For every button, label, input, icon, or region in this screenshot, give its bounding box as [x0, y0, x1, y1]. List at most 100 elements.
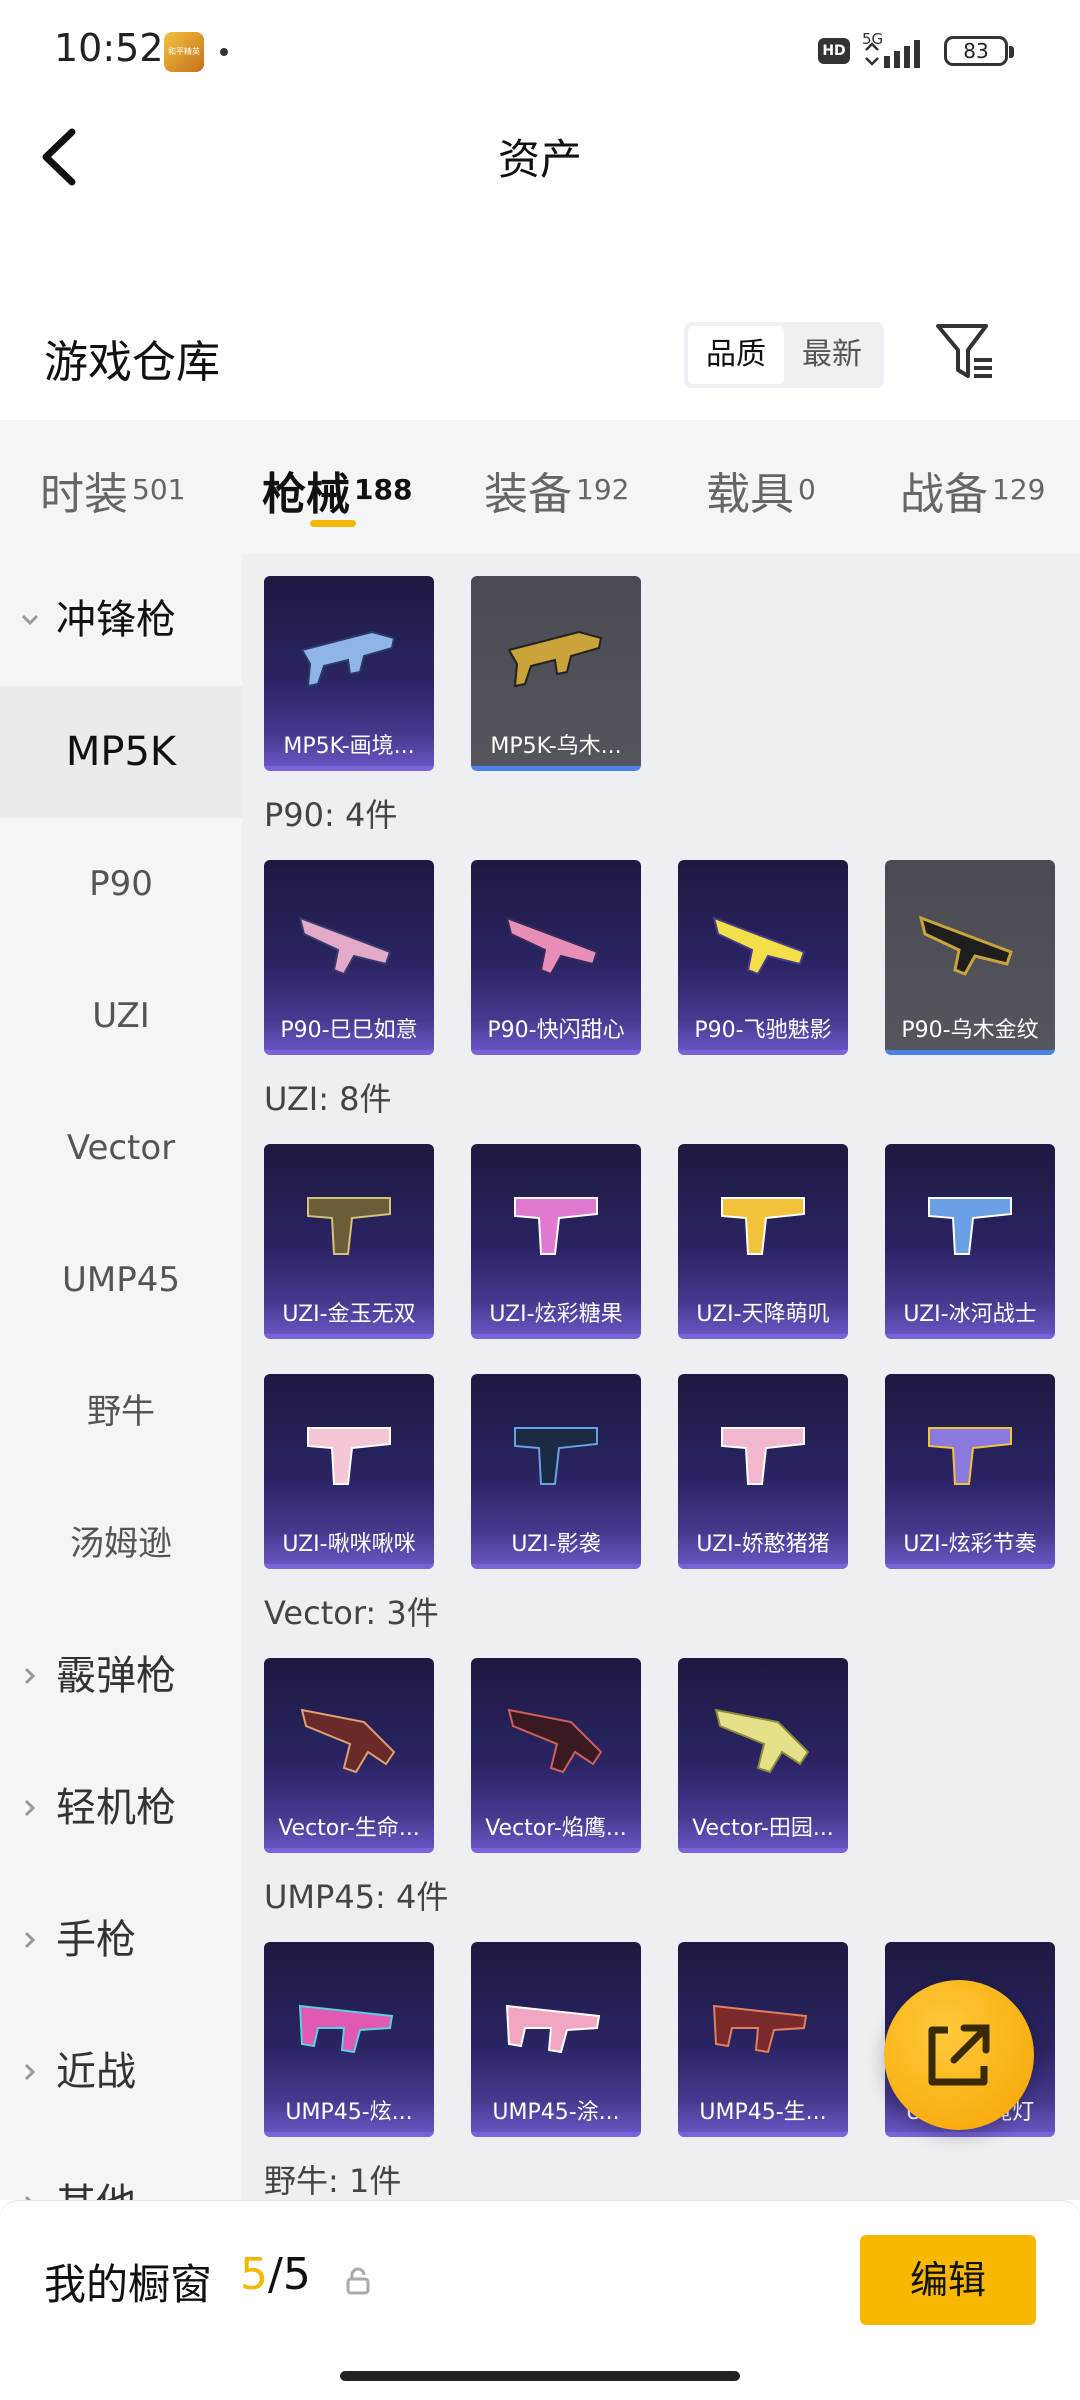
uzi-skin-icon	[514, 1427, 598, 1485]
sort-quality-button[interactable]: 品质	[688, 326, 784, 384]
weapon-card[interactable]: Vector-田园...	[678, 1658, 848, 1853]
weapon-card[interactable]: UMP45-炫...	[264, 1942, 434, 2137]
chevron-right-icon	[24, 1931, 36, 1949]
status-time: 10:52	[54, 26, 164, 70]
weapon-grid: MP5K-画境... MP5K-乌木... P90: 4件 P90-巳巳如意 P…	[242, 554, 1080, 2200]
sidebar-group-label: 近战	[56, 2049, 136, 2095]
section-title-p90: P90: 4件	[264, 796, 398, 834]
signal-icon	[865, 40, 920, 68]
weapon-card[interactable]: UZI-炫彩糖果	[471, 1144, 641, 1339]
vector-skin-icon	[507, 1708, 603, 1774]
tab-label: 战备	[900, 469, 988, 520]
share-floating-button[interactable]	[884, 1980, 1034, 2130]
weapon-card[interactable]: P90-巳巳如意	[264, 860, 434, 1055]
section-title-uzi: UZI: 8件	[264, 1080, 392, 1118]
weapon-card[interactable]: Vector-生命...	[264, 1658, 434, 1853]
notification-dot-icon	[220, 48, 228, 56]
ump45-skin-icon	[712, 2004, 808, 2054]
sidebar-group-pistol[interactable]: 手枪	[0, 1874, 242, 2006]
sort-toggle: 品质 最新	[684, 322, 884, 388]
weapon-name: MP5K-乌木...	[490, 734, 622, 759]
sidebar-item-p90[interactable]: P90	[0, 818, 242, 950]
tab-label: 枪械	[262, 469, 350, 520]
tab-equipment[interactable]: 装备 192	[484, 458, 629, 522]
uzi-skin-icon	[721, 1427, 805, 1485]
vector-skin-icon	[300, 1708, 396, 1774]
tab-label: 时装	[40, 469, 128, 520]
tab-count: 129	[992, 473, 1046, 506]
weapon-name: UMP45-炫...	[285, 2100, 413, 2125]
weapon-name: P90-快闪甜心	[487, 1018, 625, 1043]
sidebar-group-smg[interactable]: 冲锋枪	[0, 554, 242, 686]
section-title-ump45: UMP45: 4件	[264, 1878, 449, 1916]
weapon-name: P90-乌木金纹	[901, 1018, 1039, 1043]
edit-button[interactable]: 编辑	[860, 2235, 1036, 2325]
weapon-card[interactable]: P90-快闪甜心	[471, 860, 641, 1055]
section-title-vector: Vector: 3件	[264, 1594, 439, 1632]
weapon-card[interactable]: UMP45-生...	[678, 1942, 848, 2137]
home-indicator[interactable]	[340, 2371, 740, 2381]
weapon-type-sidebar: 冲锋枪 MP5K P90 UZI Vector UMP45 野牛 汤姆逊 霰弹枪…	[0, 554, 242, 2200]
weapon-card[interactable]: Vector-焰鹰...	[471, 1658, 641, 1853]
app-root: 10:52 和平精英 HD 5G 83 资产 游戏仓库 品质 最新 时装501	[0, 0, 1080, 2400]
tab-count: 192	[576, 473, 630, 506]
weapon-card[interactable]: UZI-冰河战士	[885, 1144, 1055, 1339]
sidebar-item-mp5k[interactable]: MP5K	[0, 686, 242, 818]
weapon-name: UZI-炫彩糖果	[489, 1302, 623, 1327]
weapon-card[interactable]: MP5K-乌木...	[471, 576, 641, 771]
weapon-name: UMP45-涂...	[492, 2100, 620, 2125]
weapon-name: UZI-炫彩节奏	[903, 1532, 1037, 1557]
weapon-card[interactable]: UZI-娇憨猪猪	[678, 1374, 848, 1569]
weapon-card[interactable]: UZI-影袭	[471, 1374, 641, 1569]
weapon-card[interactable]: UZI-金玉无双	[264, 1144, 434, 1339]
weapon-card[interactable]: UMP45-涂...	[471, 1942, 641, 2137]
weapon-name: UZI-影袭	[511, 1532, 601, 1557]
sidebar-group-melee[interactable]: 近战	[0, 2006, 242, 2138]
chevron-right-icon	[24, 1667, 36, 1685]
weapon-card[interactable]: UZI-炫彩节奏	[885, 1374, 1055, 1569]
p90-skin-icon	[918, 915, 1013, 976]
sidebar-group-label: 手枪	[56, 1917, 136, 1963]
sidebar-group-lmg[interactable]: 轻机枪	[0, 1742, 242, 1874]
weapon-name: UMP45-生...	[699, 2100, 827, 2125]
uzi-skin-icon	[307, 1427, 391, 1485]
smg-skin-icon	[507, 630, 603, 688]
tab-fashion[interactable]: 时装 501	[40, 458, 185, 522]
p90-skin-icon	[298, 916, 392, 976]
weapon-name: MP5K-画境...	[283, 734, 415, 759]
tab-vehicles[interactable]: 载具 0	[706, 458, 816, 522]
uzi-skin-icon	[928, 1427, 1012, 1485]
weapon-card[interactable]: MP5K-画境...	[264, 576, 434, 771]
weapon-card[interactable]: P90-飞驰魅影	[678, 860, 848, 1055]
chevron-down-icon	[21, 614, 39, 626]
weapon-card[interactable]: P90-乌木金纹	[885, 860, 1055, 1055]
sidebar-item-thompson[interactable]: 汤姆逊	[0, 1478, 242, 1610]
warehouse-title: 游戏仓库	[44, 337, 220, 388]
sidebar-group-label: 霰弹枪	[56, 1653, 176, 1699]
tab-firearms[interactable]: 枪械 188	[262, 458, 412, 522]
weapon-card[interactable]: UZI-啾咪啾咪	[264, 1374, 434, 1569]
hd-badge-icon: HD	[818, 38, 850, 64]
uzi-skin-icon	[514, 1197, 598, 1255]
tab-gear[interactable]: 战备 129	[900, 458, 1045, 522]
sidebar-group-label: 其他	[56, 2181, 136, 2200]
battery-icon: 83	[944, 36, 1014, 66]
weapon-card[interactable]: UZI-天降萌叽	[678, 1144, 848, 1339]
sidebar-group-other[interactable]: 其他	[0, 2138, 242, 2200]
category-tabs: 时装 501 枪械 188 装备 192 载具 0 战备 129	[0, 420, 1080, 554]
game-app-icon: 和平精英	[164, 32, 204, 72]
sidebar-group-shotgun[interactable]: 霰弹枪	[0, 1610, 242, 1742]
slots-total: /5	[268, 2249, 311, 2300]
sort-newest-button[interactable]: 最新	[784, 326, 880, 384]
sidebar-item-uzi[interactable]: UZI	[0, 950, 242, 1082]
sidebar-group-label: 轻机枪	[56, 1785, 176, 1831]
sidebar-item-bizon[interactable]: 野牛	[0, 1346, 242, 1478]
uzi-skin-icon	[307, 1197, 391, 1255]
sidebar-item-ump45[interactable]: UMP45	[0, 1214, 242, 1346]
page-title: 资产	[497, 135, 582, 184]
ump45-skin-icon	[505, 2004, 601, 2054]
filter-icon[interactable]	[934, 320, 996, 384]
sidebar-item-vector[interactable]: Vector	[0, 1082, 242, 1214]
weapon-name: UZI-啾咪啾咪	[282, 1532, 416, 1557]
weapon-name: UZI-娇憨猪猪	[696, 1532, 830, 1557]
